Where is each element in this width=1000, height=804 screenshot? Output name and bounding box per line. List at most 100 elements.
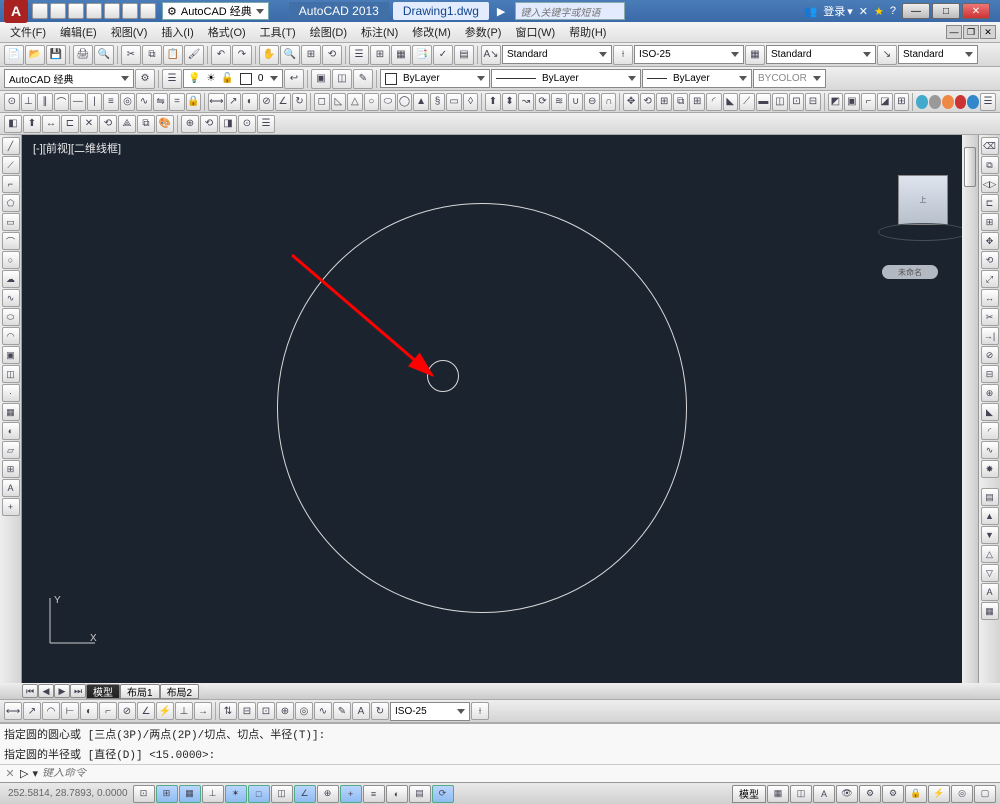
constraint-tangent-icon[interactable]: ⌒ [54, 93, 70, 111]
ucs-icon[interactable]: Y X [40, 593, 100, 653]
menu-file[interactable]: 文件(F) [4, 22, 52, 42]
app-logo[interactable]: A [4, 0, 28, 23]
qat-plot-icon[interactable] [104, 3, 120, 19]
solid-edit-taper-icon[interactable]: ⟁ [118, 115, 136, 133]
mleaderstyle-icon[interactable]: ↘ [877, 45, 897, 65]
dim-angular-icon[interactable]: ∠ [275, 93, 291, 111]
fillet-edge-icon[interactable]: ◜ [706, 93, 722, 111]
subtract-icon[interactable]: ⊖ [584, 93, 600, 111]
block-create-icon[interactable]: ◫ [332, 69, 352, 89]
ucs-prev-icon[interactable]: ⟲ [200, 115, 218, 133]
make-block-icon[interactable]: ◫ [2, 365, 20, 383]
move-icon[interactable]: ✥ [981, 232, 999, 250]
dim-quick-icon[interactable]: ⚡ [156, 702, 174, 720]
revcloud-icon[interactable]: ☁ [2, 270, 20, 288]
3d-torus-icon[interactable]: ◯ [397, 93, 413, 111]
copy-obj-icon[interactable]: ⧉ [981, 156, 999, 174]
ucs-face-icon[interactable]: ◨ [219, 115, 237, 133]
tab-first-icon[interactable]: ⏮ [22, 684, 38, 698]
stretch-icon[interactable]: ↔ [981, 289, 999, 307]
doc-close-button[interactable]: ✕ [980, 25, 996, 39]
section-generate-icon[interactable]: ⊞ [894, 93, 910, 111]
layer-dropdown[interactable]: 💡 ☀ 🔓 0 [183, 69, 283, 88]
insert-block-icon[interactable]: ▣ [2, 346, 20, 364]
jogged-linear-icon[interactable]: ∿ [314, 702, 332, 720]
blend-icon[interactable]: ∿ [981, 441, 999, 459]
3d-polysolid-icon[interactable]: ▭ [446, 93, 462, 111]
toolbar-lock-icon[interactable]: 🔒 [905, 785, 927, 803]
visual-style-2d-icon[interactable] [916, 95, 928, 109]
help-search-input[interactable]: 键入关键字或短语 [515, 2, 625, 20]
rectangle-icon[interactable]: ▭ [2, 213, 20, 231]
constraint-perpendicular-icon[interactable]: ⊥ [21, 93, 37, 111]
dim-radius-icon[interactable]: ◐ [80, 702, 98, 720]
doc-minimize-button[interactable]: — [946, 25, 962, 39]
3d-box-icon[interactable]: ◻ [314, 93, 330, 111]
array-icon[interactable]: ⊞ [981, 213, 999, 231]
constraint-concentric-icon[interactable]: ◎ [120, 93, 136, 111]
erase-icon[interactable]: ⌫ [981, 137, 999, 155]
nav-badge[interactable]: 未命名 [882, 265, 938, 279]
3dalign-icon[interactable]: ⊞ [656, 93, 672, 111]
visual-style-wire-icon[interactable] [929, 95, 941, 109]
offset-icon[interactable]: ⊏ [981, 194, 999, 212]
dim-diameter-icon[interactable]: ⊘ [259, 93, 275, 111]
section-jog-icon[interactable]: ⌐ [861, 93, 877, 111]
3d-helix-icon[interactable]: § [430, 93, 446, 111]
ellipse-icon[interactable]: ⬭ [2, 308, 20, 326]
ortho-icon[interactable]: ⊥ [202, 785, 224, 803]
selection-cycle-icon[interactable]: ⟳ [432, 785, 454, 803]
tablestyle-dropdown[interactable]: Standard [766, 45, 876, 64]
menu-modify[interactable]: 修改(M) [406, 22, 457, 42]
doc-restore-button[interactable]: ❐ [963, 25, 979, 39]
new-icon[interactable]: 📄 [4, 45, 24, 65]
visual-style-conceptual-icon[interactable] [955, 95, 967, 109]
constraint-vertical-icon[interactable]: | [87, 93, 103, 111]
spline-icon[interactable]: ∿ [2, 289, 20, 307]
thicken-icon[interactable]: ▬ [756, 93, 772, 111]
dim-convert-icon[interactable]: ↻ [292, 93, 308, 111]
section-plane-icon[interactable]: ◩ [828, 93, 844, 111]
menu-dimension[interactable]: 标注(N) [355, 22, 404, 42]
extend-icon[interactable]: →| [981, 327, 999, 345]
qat-save-icon[interactable] [68, 3, 84, 19]
constraint-horizontal-icon[interactable]: — [70, 93, 86, 111]
menu-window[interactable]: 窗口(W) [509, 22, 561, 42]
undo-icon[interactable]: ↶ [211, 45, 231, 65]
status-coords[interactable]: 252.5814, 28.7893, 0.0000 [4, 788, 132, 799]
intersect-icon[interactable]: ∩ [601, 93, 617, 111]
cut-icon[interactable]: ✂ [121, 45, 141, 65]
linetype-dropdown[interactable]: ByLayer [491, 69, 641, 88]
maximize-button[interactable]: □ [932, 3, 960, 19]
3d-sphere-icon[interactable]: ○ [364, 93, 380, 111]
menu-edit[interactable]: 编辑(E) [54, 22, 103, 42]
layer-prev-icon[interactable]: ↩ [284, 69, 304, 89]
copy-icon[interactable]: ⧉ [142, 45, 162, 65]
menu-tools[interactable]: 工具(T) [254, 22, 302, 42]
solid-edit-delete-icon[interactable]: ✕ [80, 115, 98, 133]
solid-edit-face-icon[interactable]: ◧ [4, 115, 22, 133]
center-mark-icon[interactable]: ⊕ [276, 702, 294, 720]
command-close-icon[interactable]: ✕ [4, 767, 16, 780]
draworder-back-icon[interactable]: ▼ [981, 526, 999, 544]
exchange-icon[interactable]: ✕ [859, 5, 868, 18]
minimize-button[interactable]: — [902, 3, 930, 19]
qp-icon[interactable]: ▤ [409, 785, 431, 803]
circle-icon[interactable]: ○ [2, 251, 20, 269]
constraint-coincident-icon[interactable]: ⊙ [4, 93, 20, 111]
close-button[interactable]: ✕ [962, 3, 990, 19]
viewport-label[interactable]: [-][前视][二维线框] [30, 139, 124, 157]
properties-icon[interactable]: ☰ [349, 45, 369, 65]
rotate-icon[interactable]: ⟲ [981, 251, 999, 269]
dim-style-manager-icon[interactable]: ⟊ [471, 702, 489, 720]
constraint-fix-icon[interactable]: 🔒 [186, 93, 202, 111]
mtext-icon[interactable]: A [2, 479, 20, 497]
solid-edit-color-icon[interactable]: 🎨 [156, 115, 174, 133]
polar-icon[interactable]: ✶ [225, 785, 247, 803]
3dosnap-icon[interactable]: ◫ [271, 785, 293, 803]
save-icon[interactable]: 💾 [46, 45, 66, 65]
imprint-icon[interactable]: ⊡ [789, 93, 805, 111]
zoom-window-icon[interactable]: ⊞ [301, 45, 321, 65]
ucs-origin-icon[interactable]: ⊙ [238, 115, 256, 133]
redo-icon[interactable]: ↷ [232, 45, 252, 65]
